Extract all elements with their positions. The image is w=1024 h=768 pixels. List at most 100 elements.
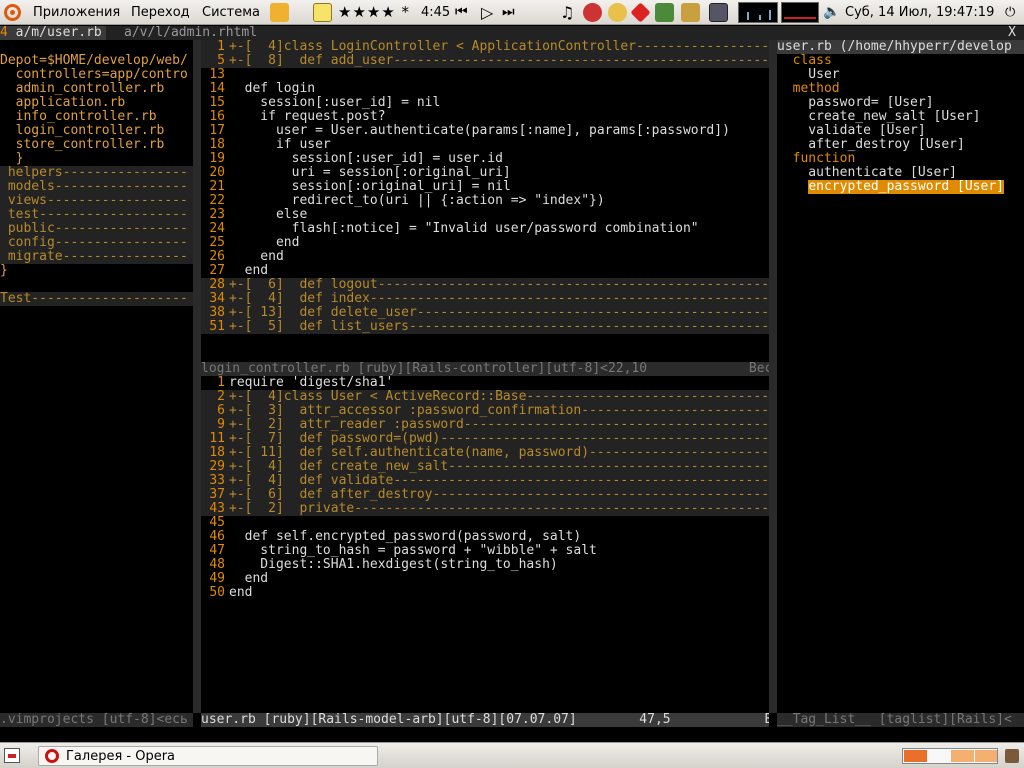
fold-line[interactable]: 43 +-[ 2] private------------------------… xyxy=(201,502,769,516)
editor-login-controller[interactable]: 1 +-[ 4]class LoginController < Applicati… xyxy=(201,40,769,362)
code-line[interactable]: 49 end xyxy=(201,572,769,586)
notes-icon[interactable] xyxy=(313,3,332,22)
code-line[interactable]: 22 redirect_to(uri || {:action => "index… xyxy=(201,194,769,208)
project-entry[interactable]: store_controller.rb xyxy=(0,138,193,152)
project-fold[interactable]: views------------------ xyxy=(0,194,193,208)
fold-line[interactable]: 9 +-[ 2] attr_reader :password-----------… xyxy=(201,418,769,432)
project-entry[interactable] xyxy=(0,278,193,292)
menu-system[interactable]: Система xyxy=(202,0,260,25)
tag-item-selected[interactable]: encrypted_password [User] xyxy=(777,180,1024,194)
screen-icon[interactable] xyxy=(709,3,728,22)
fold-line[interactable]: 29 +-[ 4] def create_new_salt------------… xyxy=(201,460,769,474)
code-line[interactable]: 27 end xyxy=(201,264,769,278)
user-icon[interactable] xyxy=(608,3,627,22)
power-icon[interactable]: ⏻ xyxy=(1005,0,1015,25)
taglist-pane[interactable]: class User method password= [User] creat… xyxy=(777,54,1024,712)
project-entry[interactable] xyxy=(0,40,193,54)
fold-line[interactable]: 11 +-[ 7] def password=(pwd)-------------… xyxy=(201,432,769,446)
fold-line[interactable]: 1 +-[ 4]class LoginController < Applicati… xyxy=(201,40,769,54)
project-fold[interactable]: test------------------- xyxy=(0,208,193,222)
project-fold[interactable]: Test-------------------- xyxy=(0,292,193,306)
tab-admin-rhtml[interactable]: a/v/l/admin.rhtml xyxy=(124,26,257,40)
project-entry[interactable]: Depot=$HOME/develop/web/ xyxy=(0,54,193,68)
package-icon[interactable] xyxy=(655,3,674,22)
code-line[interactable]: 26 end xyxy=(201,250,769,264)
project-entry[interactable]: login_controller.rb xyxy=(0,124,193,138)
window-separator[interactable] xyxy=(769,40,777,713)
ubuntu-logo-icon[interactable] xyxy=(4,4,21,21)
project-fold[interactable]: helpers---------------- xyxy=(0,166,193,180)
tag-kind[interactable]: method xyxy=(777,82,1024,96)
trash-icon[interactable] xyxy=(1005,749,1019,763)
fold-line[interactable]: 2 +-[ 4]class User < ActiveRecord::Base--… xyxy=(201,390,769,404)
ruby-icon[interactable] xyxy=(630,2,651,23)
tag-item[interactable]: after_destroy [User] xyxy=(777,138,1024,152)
map-icon[interactable] xyxy=(681,3,700,22)
code-line[interactable]: 24 flash[:notice] = "Invalid user/passwo… xyxy=(201,222,769,236)
code-line[interactable]: 45 xyxy=(201,516,769,530)
fold-line[interactable]: 38 +-[ 13] def delete_user---------------… xyxy=(201,306,769,320)
no-entry-icon[interactable] xyxy=(583,3,602,22)
tag-item[interactable]: validate [User] xyxy=(777,124,1024,138)
code-line[interactable]: 21 session[:original_uri] = nil xyxy=(201,180,769,194)
code-line[interactable]: 1 require 'digest/sha1' xyxy=(201,376,769,390)
code-line[interactable]: 19 session[:user_id] = user.id xyxy=(201,152,769,166)
launcher-icon[interactable] xyxy=(270,3,289,22)
show-desktop-icon[interactable] xyxy=(4,748,20,763)
tag-item[interactable]: User xyxy=(777,68,1024,82)
workspace-switcher[interactable] xyxy=(902,748,998,764)
tag-item[interactable]: password= [User] xyxy=(777,96,1024,110)
music-icon[interactable]: ♫ xyxy=(560,0,574,25)
close-tab-button[interactable]: X xyxy=(1008,26,1016,40)
code-line[interactable]: 48 Digest::SHA1.hexdigest(string_to_hash… xyxy=(201,558,769,572)
tag-kind[interactable]: function xyxy=(777,152,1024,166)
cpu-monitor[interactable] xyxy=(738,2,778,23)
editor-user-model[interactable]: 1 require 'digest/sha1' 2 +-[ 4]class User … xyxy=(201,376,769,712)
fold-line[interactable]: 6 +-[ 3] attr_accessor :password_confirma… xyxy=(201,404,769,418)
tag-kind[interactable]: class xyxy=(777,54,1024,68)
project-fold[interactable]: config----------------- xyxy=(0,236,193,250)
clock[interactable]: Суб, 14 Июл, 19:47:19 xyxy=(845,0,994,25)
code-line[interactable]: 14 def login xyxy=(201,82,769,96)
project-pane[interactable]: Depot=$HOME/develop/web/ controllers=app… xyxy=(0,40,193,713)
window-separator[interactable] xyxy=(193,40,201,713)
code-line[interactable]: 47 string_to_hash = password + "wibble" … xyxy=(201,544,769,558)
project-entry[interactable]: admin_controller.rb xyxy=(0,82,193,96)
rating-stars[interactable]: ★★★★ * xyxy=(338,0,410,25)
task-opera[interactable]: Галерея - Opera xyxy=(38,746,378,766)
tag-item[interactable]: authenticate [User] xyxy=(777,166,1024,180)
code-line[interactable]: 18 if user xyxy=(201,138,769,152)
tag-item[interactable]: create_new_salt [User] xyxy=(777,110,1024,124)
code-line[interactable]: 15 session[:user_id] = nil xyxy=(201,96,769,110)
next-track-icon[interactable]: ⏭ xyxy=(502,0,515,25)
code-line[interactable]: 25 end xyxy=(201,236,769,250)
code-line[interactable]: 23 else xyxy=(201,208,769,222)
project-entry[interactable]: info_controller.rb xyxy=(0,110,193,124)
fold-line[interactable]: 34 +-[ 4] def index----------------------… xyxy=(201,292,769,306)
fold-line[interactable]: 5 +-[ 8] def add_user--------------------… xyxy=(201,54,769,68)
project-fold[interactable]: migrate---------------- xyxy=(0,250,193,264)
fold-line[interactable]: 51 +-[ 5] def list_users-----------------… xyxy=(201,320,769,334)
fold-line[interactable]: 33 +-[ 4] def validate-------------------… xyxy=(201,474,769,488)
volume-icon[interactable]: 🔈 xyxy=(823,0,840,25)
project-entry[interactable]: application.rb xyxy=(0,96,193,110)
fold-line[interactable]: 28 +-[ 6] def logout---------------------… xyxy=(201,278,769,292)
project-entry[interactable]: } xyxy=(0,264,193,278)
code-line[interactable]: 20 uri = session[:original_uri] xyxy=(201,166,769,180)
play-icon[interactable]: ▷ xyxy=(481,0,493,25)
code-line[interactable]: 16 if request.post? xyxy=(201,110,769,124)
vim-command-line[interactable] xyxy=(0,727,1024,742)
prev-track-icon[interactable]: ⏮ xyxy=(455,0,468,25)
menu-places[interactable]: Переход xyxy=(131,0,190,25)
code-line[interactable]: 13 xyxy=(201,68,769,82)
tab-user-rb[interactable]: 4 a/m/user.rb xyxy=(0,26,106,40)
code-line[interactable]: 50 end xyxy=(201,586,769,600)
project-entry[interactable]: controllers=app/contro xyxy=(0,68,193,82)
memory-monitor[interactable] xyxy=(781,2,819,23)
project-fold[interactable]: public----------------- xyxy=(0,222,193,236)
code-line[interactable]: 17 user = User.authenticate(params[:name… xyxy=(201,124,769,138)
fold-line[interactable]: 37 +-[ 6] def after_destroy--------------… xyxy=(201,488,769,502)
fold-line[interactable]: 18 +-[ 11] def self.authenticate(name, pa… xyxy=(201,446,769,460)
project-fold[interactable]: models----------------- xyxy=(0,180,193,194)
code-line[interactable]: 46 def self.encrypted_password(password,… xyxy=(201,530,769,544)
